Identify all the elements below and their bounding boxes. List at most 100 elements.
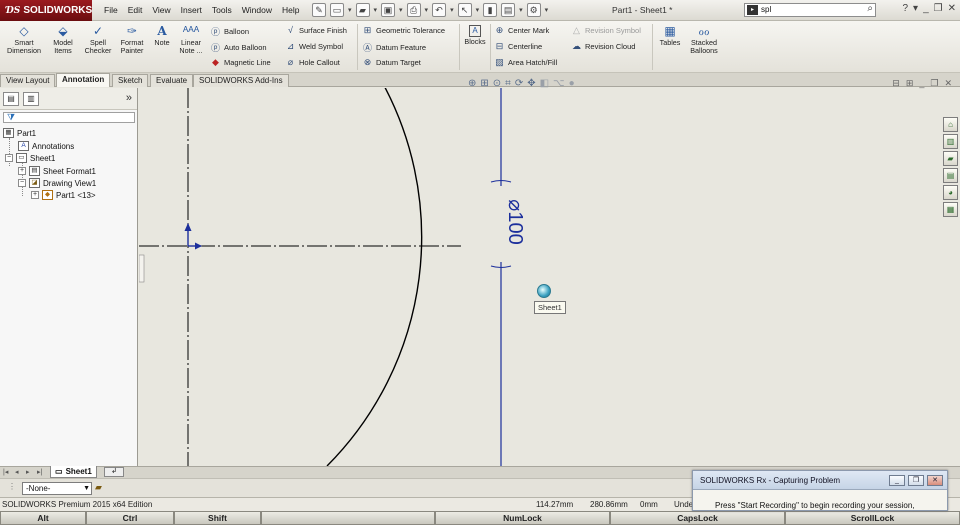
help-dropdown-icon[interactable]: ▾: [913, 3, 918, 14]
hide-show-icon[interactable]: ⌥: [553, 78, 565, 89]
stacked-balloons-button[interactable]: ℴℴ Stacked Balloons: [686, 25, 722, 55]
select-arrow-icon[interactable]: ↖: [457, 3, 472, 17]
doc-minimize-icon[interactable]: _: [919, 78, 924, 89]
menu-file[interactable]: File: [100, 4, 122, 16]
feature-manager-tab-icon[interactable]: ▤: [3, 92, 19, 106]
next-sheet-icon[interactable]: ▸: [26, 468, 30, 476]
minimize-icon[interactable]: _: [923, 3, 929, 14]
key-scrolllock[interactable]: ScrollLock: [785, 511, 960, 525]
layer-select[interactable]: -None- ▼: [22, 482, 92, 495]
solidworks-logo[interactable]: ƊS SOLIDWORKS: [0, 0, 92, 21]
doc-close-icon[interactable]: ✕: [944, 78, 952, 89]
rebuild-icon[interactable]: ▮: [483, 3, 498, 17]
search-input[interactable]: ▸ spl ⌕: [744, 3, 876, 17]
property-manager-tab-icon[interactable]: ▥: [23, 92, 39, 106]
sheet-tab[interactable]: ▭ Sheet1: [50, 466, 97, 478]
key-capslock[interactable]: CapsLock: [610, 511, 785, 525]
pin-icon[interactable]: ✎: [312, 3, 326, 17]
tables-button[interactable]: ▦ Tables: [655, 25, 685, 47]
pan-icon[interactable]: ✥: [527, 78, 535, 89]
undo-icon[interactable]: ↶: [432, 3, 447, 17]
key-alt[interactable]: Alt: [0, 511, 86, 525]
previous-sheet-icon[interactable]: ◂: [15, 468, 19, 476]
new-dropdown-icon[interactable]: ▾: [348, 6, 352, 14]
area-hatch-button[interactable]: ▨ Area Hatch/Fill: [494, 57, 557, 68]
auto-balloon-button[interactable]: ⓟ Auto Balloon: [210, 41, 267, 54]
tree-item-part1[interactable]: ▦ Part1: [3, 128, 36, 138]
restore-icon[interactable]: ❐: [934, 3, 943, 14]
centerline-button[interactable]: ⊟ Centerline: [494, 41, 542, 52]
zoom-to-fit-icon[interactable]: ⊕: [468, 78, 476, 89]
first-sheet-icon[interactable]: |◂: [3, 468, 8, 476]
rx-close-icon[interactable]: ✕: [927, 475, 943, 486]
add-sheet-icon[interactable]: ↲: [104, 467, 124, 477]
key-space[interactable]: [261, 511, 435, 525]
tab-view-layout[interactable]: View Layout: [0, 74, 56, 87]
blocks-button[interactable]: A Blocks: [462, 25, 488, 46]
options-dropdown-icon[interactable]: ▾: [545, 6, 549, 14]
datum-target-button[interactable]: ⊗ Datum Target: [362, 57, 421, 68]
rx-minimize-icon[interactable]: _: [889, 475, 905, 486]
file-properties-icon[interactable]: ▤: [501, 3, 516, 17]
custom-properties-icon[interactable]: ▦: [943, 202, 958, 217]
print-icon[interactable]: ⎙: [406, 3, 421, 17]
menu-window[interactable]: Window: [238, 4, 276, 16]
layer-properties-icon[interactable]: ▰: [95, 482, 102, 493]
tree-item-annotations[interactable]: A Annotations: [18, 141, 74, 151]
open-dropdown-icon[interactable]: ▾: [374, 6, 378, 14]
balloon-button[interactable]: ⓟ Balloon: [210, 25, 249, 38]
view-palette-icon[interactable]: ▤: [943, 168, 958, 183]
revision-symbol-button[interactable]: △ Revision Symbol: [571, 25, 641, 36]
last-sheet-icon[interactable]: ▸|: [37, 468, 42, 476]
undo-dropdown-icon[interactable]: ▾: [450, 6, 454, 14]
tree-item-drawing-view1[interactable]: − ◪ Drawing View1: [18, 178, 96, 188]
tile-icon[interactable]: ⊟: [892, 78, 900, 89]
save-dropdown-icon[interactable]: ▾: [399, 6, 403, 14]
rx-title-bar[interactable]: SOLIDWORKS Rx - Capturing Problem _ ❐ ✕: [693, 471, 947, 490]
drawing-canvas[interactable]: ⌀100: [139, 88, 941, 466]
menu-view[interactable]: View: [148, 4, 174, 16]
tab-solidworks-add-ins[interactable]: SOLIDWORKS Add-Ins: [193, 74, 289, 87]
tab-evaluate[interactable]: Evaluate: [150, 74, 194, 87]
menu-help[interactable]: Help: [278, 4, 303, 16]
zoom-to-area-icon[interactable]: ⊞: [480, 78, 488, 89]
tab-annotation[interactable]: Annotation: [56, 73, 111, 87]
save-icon[interactable]: ▣: [381, 3, 396, 17]
appearances-icon[interactable]: ◕: [943, 185, 958, 200]
dynamic-annotation-icon[interactable]: ⌗: [505, 78, 511, 89]
tree-item-sheet1[interactable]: − ▭ Sheet1: [5, 153, 55, 163]
select-dropdown-icon[interactable]: ▾: [476, 6, 480, 14]
smart-dimension-button[interactable]: ◇ Smart Dimension: [2, 25, 46, 55]
surface-finish-button[interactable]: √ Surface Finish: [285, 25, 347, 35]
file-properties-dropdown-icon[interactable]: ▾: [519, 6, 523, 14]
geometric-tolerance-button[interactable]: ⊞ Geometric Tolerance: [362, 25, 445, 36]
design-library-icon[interactable]: ▥: [943, 134, 958, 149]
new-document-icon[interactable]: ▭: [330, 3, 344, 17]
split-icon[interactable]: ⊞: [906, 78, 914, 89]
rx-restore-icon[interactable]: ❐: [908, 475, 924, 486]
collapse-toggle-icon[interactable]: −: [5, 154, 13, 162]
tree-filter-input[interactable]: ⧩: [3, 112, 135, 123]
expand-toggle-icon[interactable]: +: [31, 191, 39, 199]
options-gear-icon[interactable]: ⚙: [526, 3, 541, 17]
search-scope-icon[interactable]: ▸: [747, 5, 758, 15]
key-numlock[interactable]: NumLock: [435, 511, 610, 525]
open-folder-icon[interactable]: ▰: [355, 3, 370, 17]
hole-callout-button[interactable]: ⌀ Hole Callout: [285, 57, 340, 68]
doc-restore-icon[interactable]: ❐: [930, 78, 938, 89]
print-dropdown-icon[interactable]: ▾: [425, 6, 429, 14]
display-style-icon[interactable]: ◧: [540, 78, 549, 89]
tree-item-part1-13[interactable]: + ◆ Part1 <13>: [31, 190, 96, 200]
expand-toggle-icon[interactable]: +: [18, 167, 26, 175]
format-painter-button[interactable]: ✑ Format Painter: [116, 25, 148, 55]
note-button[interactable]: A Note: [150, 25, 174, 47]
weld-symbol-button[interactable]: ⊿ Weld Symbol: [285, 41, 343, 52]
expand-panel-icon[interactable]: »: [126, 92, 132, 104]
rotate-view-icon[interactable]: ⟳: [515, 78, 523, 89]
file-explorer-icon[interactable]: ▰: [943, 151, 958, 166]
menu-insert[interactable]: Insert: [177, 4, 206, 16]
scene-icon[interactable]: ●: [569, 78, 575, 89]
datum-feature-button[interactable]: Ⓐ Datum Feature: [362, 41, 426, 54]
center-mark-button[interactable]: ⊕ Center Mark: [494, 25, 550, 36]
revision-cloud-button[interactable]: ☁ Revision Cloud: [571, 41, 635, 52]
